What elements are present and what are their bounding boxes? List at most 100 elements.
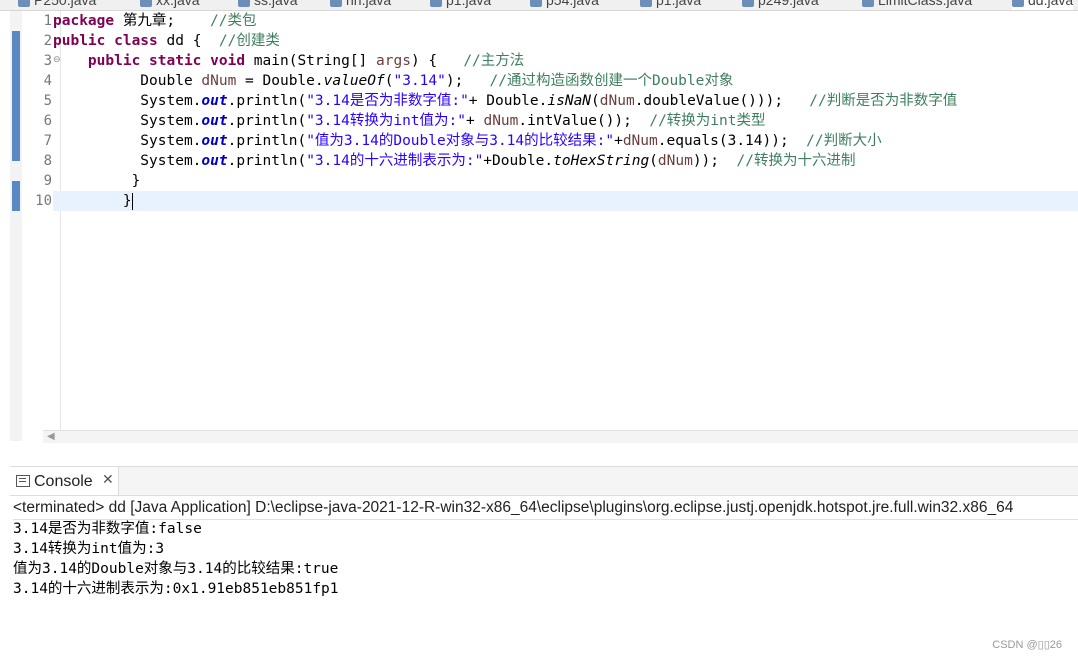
editor-tab[interactable]: dd.java (1012, 0, 1074, 10)
code-token: isNaN (547, 93, 592, 109)
line-number: 4 (43, 73, 52, 89)
code-token: System. (53, 153, 202, 169)
code-token: public class (53, 33, 158, 49)
code-token: System. (53, 93, 202, 109)
code-token: args (376, 53, 411, 69)
code-line[interactable]: } (53, 191, 1078, 211)
editor-tab[interactable]: xx.java (140, 0, 200, 10)
code-token: public static void (87, 53, 246, 69)
console-output-line: 3.14的十六进制表示为:0x1.91eb851eb851fp1 (13, 581, 339, 597)
code-line[interactable]: Double dNum = Double.valueOf("3.14"); //… (53, 71, 1078, 91)
code-line[interactable]: System.out.println("3.14的十六进制表示为:"+Doubl… (53, 151, 1078, 171)
editor-tab-label: p54.java (546, 0, 599, 8)
code-token: out (201, 153, 228, 169)
console-output-line: 3.14是否为非数字值:false (13, 521, 202, 537)
editor-tab-label: nn.java (346, 0, 392, 8)
java-file-icon (530, 0, 542, 8)
java-file-icon (430, 0, 442, 8)
text-caret (131, 192, 133, 210)
code-token: dd (157, 33, 193, 49)
code-line[interactable]: System.out.println("值为3.14的Double对象与3.14… (53, 131, 1078, 151)
code-token: dNum (657, 153, 693, 169)
java-file-icon (640, 0, 652, 8)
code-token: //转换为十六进制 (736, 153, 856, 169)
code-token: //判断大小 (806, 133, 882, 149)
editor-tab-label: p1.java (656, 0, 702, 8)
horizontal-scrollbar[interactable]: ◀ (43, 430, 1078, 443)
code-token: "3.14转换为int值为:" (306, 113, 466, 129)
code-token: toHexString (553, 153, 650, 169)
editor-tab[interactable]: p1.java (430, 0, 491, 10)
code-token: "3.14" (393, 73, 446, 89)
code-token: .println( (227, 153, 307, 169)
java-file-icon (862, 0, 874, 8)
code-token: ( (649, 153, 658, 169)
change-bar (12, 181, 20, 211)
editor-tab[interactable]: p1.java (640, 0, 701, 10)
code-line[interactable]: package 第九章; //类包 (53, 11, 1078, 31)
change-bar (12, 31, 20, 161)
editor-tab[interactable]: LimitClass.java (862, 0, 972, 10)
code-line[interactable]: public static void main(String[] args) {… (53, 51, 1078, 71)
terminated-status: <terminated> dd [Java Application] D:\ec… (13, 497, 1078, 520)
code-token: .intValue()); (518, 113, 650, 129)
line-number: 5 (43, 93, 52, 109)
code-token: + Double. (468, 93, 548, 109)
code-token: } (53, 173, 141, 189)
code-token: "值为3.14的Double对象与3.14的比较结果:" (306, 133, 615, 149)
code-token: .println( (227, 93, 307, 109)
code-line[interactable]: System.out.println("3.14是否为非数字值:"+ Doubl… (53, 91, 1078, 111)
code-token: //通过构造函数创建一个Double对象 (489, 73, 734, 89)
editor-tab[interactable]: nn.java (330, 0, 391, 10)
java-file-icon (742, 0, 754, 8)
code-token: + (466, 113, 484, 129)
code-token: //转换为int类型 (649, 113, 766, 129)
java-file-icon (140, 0, 152, 8)
editor-tab[interactable]: ss.java (238, 0, 298, 10)
editor-tab[interactable]: p54.java (530, 0, 599, 10)
code-token: //类包 (210, 13, 257, 29)
watermark: CSDN @▯▯26 (992, 639, 1062, 651)
code-token: package (53, 13, 115, 29)
code-token: valueOf (323, 73, 385, 89)
console-output-line: 值为3.14的Double对象与3.14的比较结果:true (13, 561, 339, 577)
code-token: //主方法 (463, 53, 525, 69)
code-token: "3.14的十六进制表示为:" (306, 153, 484, 169)
change-marker-column (10, 11, 22, 441)
code-line[interactable]: } (53, 171, 1078, 191)
editor-tab[interactable]: p249.java (742, 0, 819, 10)
code-token: System. (53, 133, 202, 149)
line-number: 6 (43, 113, 52, 129)
console-output-line: 3.14转换为int值为:3 (13, 541, 165, 557)
close-icon[interactable]: ✕ (102, 472, 114, 488)
code-editor[interactable]: 1 2 3 ⊖ 4 5 6 7 8 9 10 package 第九章; //类包 public cla… (10, 11, 1078, 441)
code-line[interactable]: System.out.println("3.14转换为int值为:"+ dNum… (53, 111, 1078, 131)
line-number: 9 (43, 173, 52, 189)
line-number: 3 (43, 53, 52, 69)
java-file-icon (238, 0, 250, 8)
line-number: 10 (35, 193, 52, 209)
editor-tab[interactable]: P250.java (18, 0, 96, 10)
java-file-icon (330, 0, 342, 8)
code-token: System. (53, 113, 202, 129)
code-token: Double (53, 73, 202, 89)
code-line[interactable]: public class dd { //创建类 (53, 31, 1078, 51)
code-token: +Double. (483, 153, 554, 169)
line-number: 1 (43, 13, 52, 29)
editor-tab-strip: P250.java xx.java ss.java nn.java p1.java p54… (0, 0, 1078, 11)
editor-tab-label: p249.java (758, 0, 819, 8)
code-token: "3.14是否为非数字值:" (306, 93, 469, 109)
editor-tab-label: ss.java (254, 0, 298, 8)
code-token: } (53, 193, 132, 209)
scroll-left-icon[interactable]: ◀ (47, 431, 55, 442)
code-area[interactable]: package 第九章; //类包 public class dd { //创建类… (53, 11, 1078, 441)
code-token: dNum (483, 113, 519, 129)
code-token: //创建类 (218, 33, 280, 49)
code-token: ); (445, 73, 490, 89)
editor-tab-label: xx.java (156, 0, 200, 8)
code-token: ) { (410, 53, 464, 69)
code-token: main(String[] (245, 53, 377, 69)
tab-console[interactable]: Console ✕ (10, 467, 119, 495)
code-token: .println( (227, 113, 307, 129)
